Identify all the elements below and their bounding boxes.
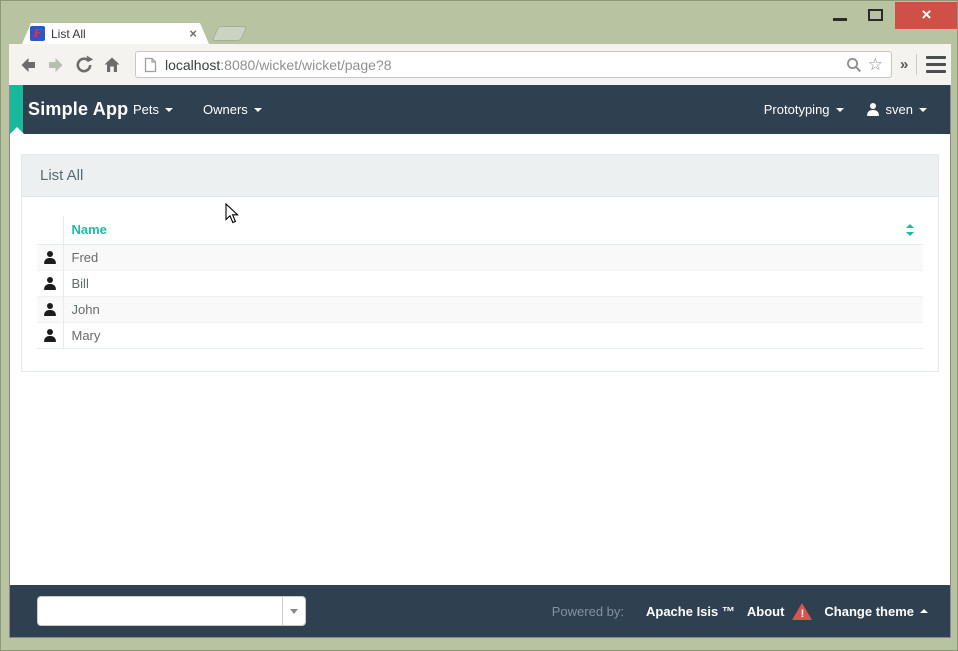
new-tab-button[interactable] (212, 26, 248, 41)
forward-button[interactable] (43, 53, 69, 77)
bookmark-star-icon[interactable]: ☆ (868, 56, 883, 73)
person-icon (44, 329, 56, 343)
table-row: John (37, 296, 923, 322)
caret-down-icon (919, 108, 927, 112)
window-minimize-button[interactable] (825, 5, 853, 29)
minimize-icon (833, 18, 847, 21)
entity-link[interactable]: John (63, 296, 923, 322)
footer-select[interactable] (37, 596, 306, 626)
select-dropdown-arrow[interactable] (282, 597, 305, 625)
extensions-overflow-button[interactable]: » (900, 56, 908, 73)
window-maximize-button[interactable] (861, 5, 889, 29)
maximize-icon (868, 9, 883, 21)
person-icon (44, 277, 56, 291)
window-close-button[interactable]: × (895, 2, 958, 29)
back-arrow-icon (18, 55, 38, 75)
reload-icon (74, 55, 94, 75)
list-all-panel: List All Name (21, 154, 939, 372)
url-text: localhost:8080/wicket/wicket/page?8 (165, 57, 391, 73)
panel-header: List All (22, 155, 938, 197)
tab-title: List All (51, 27, 189, 41)
warning-icon[interactable] (792, 603, 812, 620)
person-icon (44, 251, 56, 265)
browser-toolbar: localhost:8080/wicket/wicket/page?8 ☆ » (9, 44, 951, 85)
table-row: Bill (37, 270, 923, 296)
browser-window: × F List All × (0, 0, 958, 651)
user-icon (866, 103, 880, 116)
navbar-notch (10, 127, 24, 134)
browser-menu-button[interactable] (926, 56, 946, 73)
menu-user[interactable]: sven (855, 85, 938, 134)
app-navbar: Simple App Pets Owners Prototyping sven (10, 85, 950, 134)
zoom-icon[interactable] (846, 57, 862, 73)
toolbar-separator (916, 54, 917, 75)
person-icon (44, 303, 56, 317)
home-button[interactable] (99, 53, 125, 77)
panel-body: Name Fred Bi (22, 197, 938, 349)
entity-link[interactable]: Fred (63, 244, 923, 270)
url-host: localhost (165, 57, 220, 73)
tab-close-icon[interactable]: × (189, 27, 197, 40)
close-icon: × (922, 5, 932, 24)
entity-link[interactable]: Bill (63, 270, 923, 296)
table-row: Fred (37, 244, 923, 270)
favicon-icon: F (30, 26, 45, 41)
browser-tab[interactable]: F List All × (22, 23, 209, 44)
entity-link[interactable]: Mary (63, 322, 923, 348)
footer-links: Powered by: Apache Isis ™ About Change t… (552, 603, 928, 620)
app-brand[interactable]: Simple App (28, 85, 128, 134)
powered-by-label: Powered by: (552, 604, 624, 619)
panel-title: List All (22, 155, 938, 197)
menu-owners[interactable]: Owners (188, 85, 277, 134)
main-content: List All Name (10, 134, 950, 372)
app-footer: Powered by: Apache Isis ™ About Change t… (10, 585, 950, 637)
url-path: :8080/wicket/wicket/page?8 (220, 57, 391, 73)
menu-pets[interactable]: Pets (118, 85, 188, 134)
address-bar[interactable]: localhost:8080/wicket/wicket/page?8 ☆ (135, 51, 892, 78)
caret-down-icon (254, 108, 262, 112)
back-button[interactable] (15, 53, 41, 77)
forward-arrow-icon (46, 55, 66, 75)
caret-down-icon (165, 108, 173, 112)
change-theme-link[interactable]: Change theme (824, 604, 928, 619)
name-column-header[interactable]: Name (63, 216, 923, 244)
icon-column-header (37, 216, 63, 244)
page-icon (144, 57, 157, 73)
table-header-row: Name (37, 216, 923, 244)
page-content: Simple App Pets Owners Prototyping sven … (9, 85, 951, 638)
about-link[interactable]: About (747, 604, 785, 619)
sort-icon[interactable] (906, 224, 915, 236)
home-icon (102, 55, 122, 75)
reload-button[interactable] (71, 53, 97, 77)
apache-isis-link[interactable]: Apache Isis ™ (646, 604, 735, 619)
table-row: Mary (37, 322, 923, 348)
caret-down-icon (836, 108, 844, 112)
menu-prototyping[interactable]: Prototyping (753, 85, 855, 134)
results-table: Name Fred Bi (37, 216, 923, 349)
caret-up-icon (920, 609, 928, 613)
